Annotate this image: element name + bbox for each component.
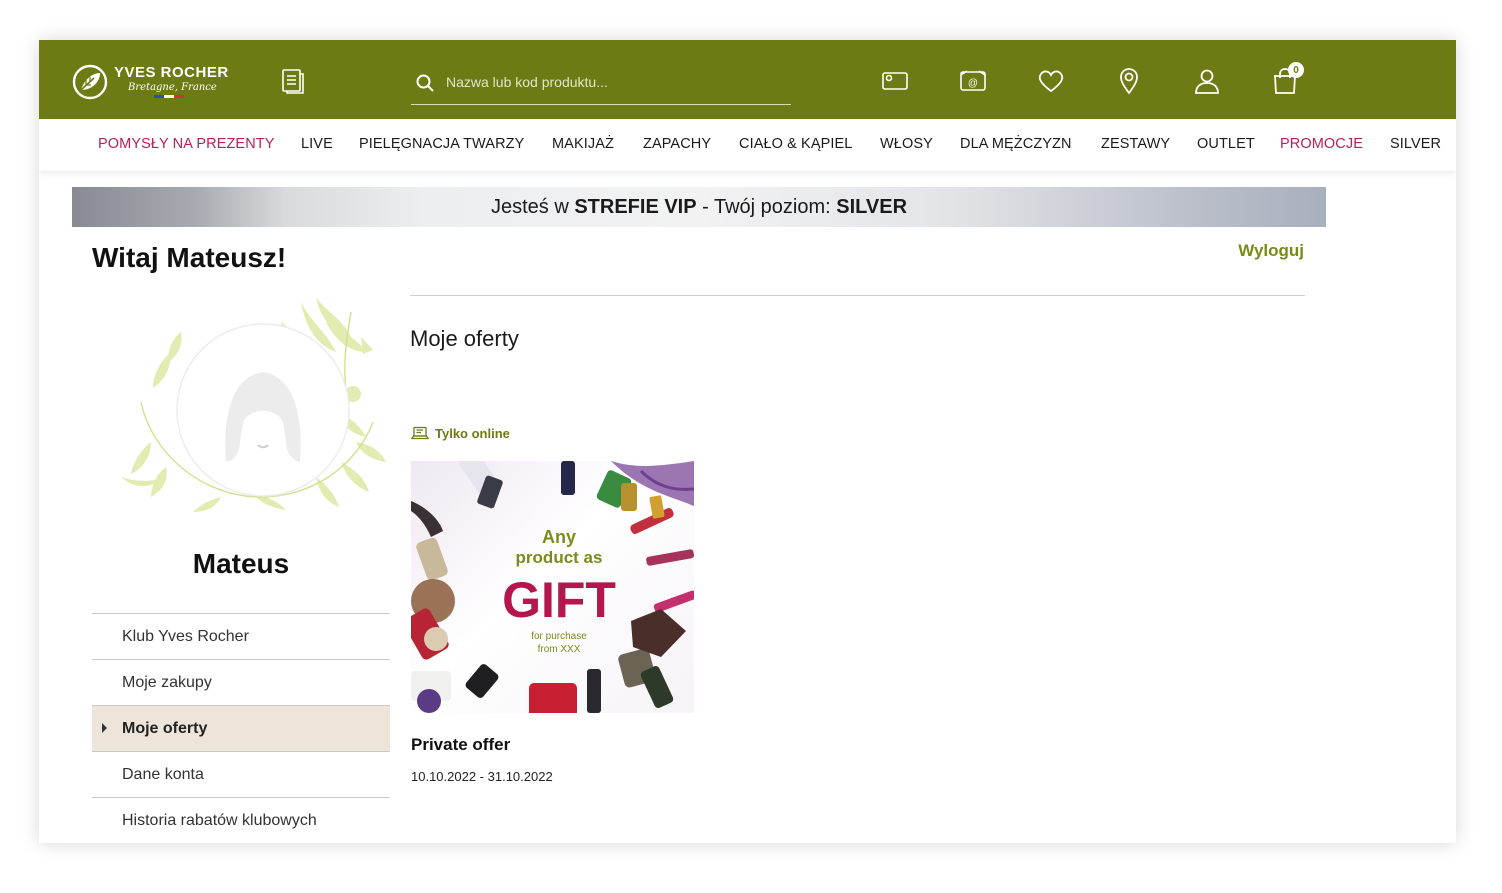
vip-middle: - Twój poziom:: [696, 195, 837, 218]
nav-item-fragrances[interactable]: ZAPACHY: [643, 136, 711, 152]
gift-promo-graphic: Any product as GIFT for purchase from XX…: [411, 461, 694, 713]
nav-item-promotions[interactable]: PROMOCJE: [1280, 136, 1363, 152]
leaf-logo-icon: [72, 64, 108, 100]
search-bar[interactable]: [411, 64, 791, 105]
search-icon[interactable]: [415, 73, 435, 93]
section-divider: [410, 295, 1305, 296]
offer-dates: 10.10.2022 - 31.10.2022: [411, 769, 553, 784]
offer-card[interactable]: Any product as GIFT for purchase from XX…: [411, 461, 694, 784]
nav-item-face-care[interactable]: PIELĘGNACJA TWARZY: [359, 136, 524, 152]
logo-name: YVES ROCHER: [114, 64, 229, 81]
browser-page: YVES ROCHER Bretagne, France Nazwa lub k…: [39, 40, 1456, 843]
catalog-icon[interactable]: [276, 64, 310, 98]
nav-item-silver[interactable]: SILVER: [1390, 136, 1441, 152]
offer-image-small2: from XXX: [538, 644, 581, 655]
svg-text:@: @: [968, 78, 978, 89]
nav-item-live[interactable]: LIVE: [301, 136, 333, 152]
profile-username: Mateus: [192, 548, 290, 579]
vip-prefix: Jesteś w: [490, 195, 575, 218]
nav-item-gift-ideas[interactable]: POMYSŁY NA PREZENTY: [98, 136, 275, 152]
offer-image-small1: for purchase: [531, 631, 587, 642]
welcome-heading: Witaj Mateusz!: [92, 242, 287, 273]
logo[interactable]: YVES ROCHER Bretagne, France: [72, 62, 242, 102]
menu-item-label: Moje oferty: [122, 719, 208, 737]
caret-right-icon: [102, 723, 107, 733]
nav-item-men[interactable]: DLA MĘŻCZYZN: [960, 136, 1072, 152]
card-icon[interactable]: [878, 64, 912, 98]
location-icon[interactable]: [1112, 64, 1146, 98]
menu-item-account-details[interactable]: Dane konta: [92, 751, 390, 797]
nav-item-outlet[interactable]: OUTLET: [1197, 136, 1255, 152]
nav-item-makeup[interactable]: MAKIJAŻ: [552, 136, 614, 152]
offer-image-line2: product as: [516, 548, 603, 567]
offer-image-line1: Any: [542, 527, 576, 547]
nav-item-hair[interactable]: WŁOSY: [880, 136, 933, 152]
online-only-label: Tylko online: [435, 426, 510, 441]
laptop-icon: [411, 426, 429, 440]
menu-item-purchases[interactable]: Moje zakupy: [92, 659, 390, 705]
logo-tagline: Bretagne, France: [128, 82, 217, 93]
vip-zone: STREFIE VIP: [574, 195, 697, 218]
email-icon[interactable]: @: [956, 64, 990, 98]
nav-item-body-bath[interactable]: CIAŁO & KĄPIEL: [739, 136, 852, 152]
logout-link[interactable]: Wyloguj: [1238, 241, 1304, 261]
account-menu: Klub Yves Rocher Moje zakupy Moje oferty…: [92, 613, 390, 843]
vip-level: SILVER: [836, 195, 908, 218]
menu-item-label: Dane konta: [122, 765, 204, 783]
menu-item-club[interactable]: Klub Yves Rocher: [92, 613, 390, 659]
menu-item-label: Historia rabatów klubowych: [122, 811, 317, 829]
offer-image-headline: GIFT: [502, 572, 616, 628]
menu-item-offers[interactable]: Moje oferty: [92, 705, 390, 751]
shopping-bag-icon[interactable]: 0: [1268, 62, 1304, 98]
menu-item-label: Moje zakupy: [122, 673, 212, 691]
offer-title[interactable]: Private offer: [411, 735, 510, 755]
nav-item-sets[interactable]: ZESTAWY: [1101, 136, 1170, 152]
menu-item-discount-history[interactable]: Historia rabatów klubowych: [92, 797, 390, 843]
vip-status-banner: Jesteś w STREFIE VIP - Twój poziom: SILV…: [72, 187, 1326, 227]
online-only-tag: Tylko online: [411, 426, 510, 441]
offer-image[interactable]: Any product as GIFT for purchase from XX…: [411, 461, 694, 713]
search-input[interactable]: [446, 70, 776, 94]
menu-item-label: Klub Yves Rocher: [122, 627, 249, 645]
profile-avatar: [121, 297, 386, 512]
category-nav: POMYSŁY NA PREZENTY LIVE PIELĘGNACJA TWA…: [39, 119, 1456, 171]
offers-section-title: Moje oferty: [410, 326, 519, 351]
heart-icon[interactable]: [1034, 64, 1068, 98]
user-icon[interactable]: [1190, 64, 1224, 98]
cart-count-badge: 0: [1288, 62, 1304, 78]
top-header: YVES ROCHER Bretagne, France Nazwa lub k…: [39, 40, 1456, 119]
flag-stripe: [154, 95, 184, 98]
